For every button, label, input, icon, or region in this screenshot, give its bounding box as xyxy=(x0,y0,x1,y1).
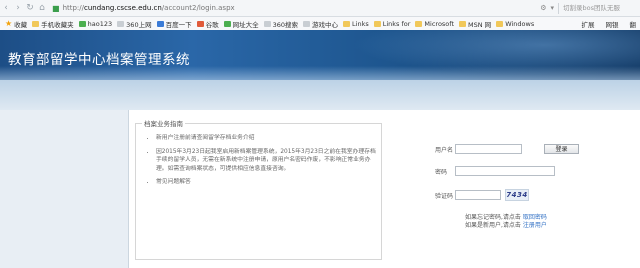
bookmark-label: hao123 xyxy=(87,19,113,28)
refresh-icon[interactable]: ↻ xyxy=(24,3,36,13)
url-path: /account2/login.aspx xyxy=(161,4,235,12)
bookmark-item-4[interactable]: 百度一下 xyxy=(156,19,192,29)
bookmark-item-0[interactable]: ★ 收藏 xyxy=(5,19,27,29)
gear-icon[interactable]: ⚙ xyxy=(540,4,546,12)
forgot-password-line: 如果忘记密码,请点击 取回密码 xyxy=(465,214,547,222)
bookmark-item-12[interactable]: MSN 网 xyxy=(459,19,491,29)
url-field[interactable]: ■ http:// cundang.cscse.edu.cn /account2… xyxy=(52,2,540,14)
captcha-image[interactable]: 7434 xyxy=(505,189,529,201)
bookmark-item-8[interactable]: 游戏中心 xyxy=(303,19,338,29)
forward-icon[interactable]: › xyxy=(12,3,24,13)
guide-list: 新用户注册前请查阅留学存档业务介绍 因2015年3月23日起我室启用新档案管理系… xyxy=(136,134,381,187)
bookmark-label: Links for xyxy=(382,19,411,28)
extensions-button[interactable]: 扩展 xyxy=(582,19,595,29)
help-links: 如果忘记密码,请点击 取回密码 如果是新用户,请点击 注册用户 xyxy=(465,214,547,230)
username-label: 用户名 xyxy=(435,146,454,154)
home-icon[interactable]: ⌂ xyxy=(36,3,48,13)
business-guide-panel: 档案业务指南 新用户注册前请查阅留学存档业务介绍 因2015年3月23日起我室启… xyxy=(135,118,382,260)
url-scheme: http:// xyxy=(62,4,85,12)
bookmark-item-2[interactable]: hao123 xyxy=(78,19,113,28)
bookmark-label: MSN 网 xyxy=(468,20,492,29)
bookmark-label: 手机收藏夹 xyxy=(41,20,74,29)
bookmark-label: Microsoft xyxy=(424,19,455,28)
captcha-input[interactable] xyxy=(455,190,501,200)
browser-search-input[interactable]: 切割录bos团队无服 xyxy=(558,2,637,14)
bookmark-label: 360搜索 xyxy=(272,20,299,29)
green-icon xyxy=(223,20,231,27)
guide-item-intro[interactable]: 新用户注册前请查阅留学存档业务介绍 xyxy=(156,134,381,143)
password-label: 密码 xyxy=(435,168,448,176)
google-icon xyxy=(196,20,204,27)
folder-icon xyxy=(496,20,504,27)
netbank-button[interactable]: 网银 xyxy=(606,19,619,29)
bookmark-item-7[interactable]: 360搜索 xyxy=(263,19,299,29)
bookmark-item-3[interactable]: 360上网 xyxy=(117,19,152,29)
url-domain: cundang.cscse.edu.cn xyxy=(84,4,162,12)
guide-item-system-notice: 因2015年3月23日起我室启用新档案管理系统，2015年3月23日之前在我室办… xyxy=(156,148,381,174)
folder-icon xyxy=(459,20,467,27)
site-header-banner: 教育部留学中心档案管理系统 xyxy=(0,30,640,80)
guide-item-faq[interactable]: 常见问题解答 xyxy=(156,178,381,187)
header-gradient-band xyxy=(0,80,640,110)
folder-icon xyxy=(415,20,423,27)
password-input[interactable] xyxy=(455,166,555,176)
captcha-label: 验证码 xyxy=(435,192,454,200)
bookmark-label: 收藏 xyxy=(14,20,28,29)
register-text: 如果是新用户,请点击 xyxy=(465,222,523,229)
bookmark-item-1[interactable]: 手机收藏夹 xyxy=(32,19,74,29)
address-bar: ‹ › ↻ ⌂ ■ http:// cundang.cscse.edu.cn /… xyxy=(0,0,640,17)
login-button[interactable]: 登录 xyxy=(544,144,579,154)
folder-icon xyxy=(373,20,381,27)
bookmark-item-6[interactable]: 网址大全 xyxy=(223,19,259,29)
bookmark-label: 360上网 xyxy=(126,20,152,29)
page-icon xyxy=(303,20,311,27)
site-title: 教育部留学中心档案管理系统 xyxy=(8,52,190,68)
bookmarks-bar: ★ 收藏 手机收藏夹 hao123 360上网 百度一下 谷歌 网址大全 360搜… xyxy=(0,17,640,31)
bookmark-item-13[interactable]: Windows xyxy=(496,20,534,28)
translate-button[interactable]: 翻 xyxy=(630,19,637,29)
banner-decoration xyxy=(320,30,640,80)
back-icon[interactable]: ‹ xyxy=(0,3,12,13)
bookmark-label: Windows xyxy=(505,19,535,28)
forgot-password-text: 如果忘记密码,请点击 xyxy=(465,214,523,221)
dropdown-chevron-icon[interactable]: ▾ xyxy=(550,4,554,12)
secure-page-icon: ■ xyxy=(52,3,60,13)
business-guide-legend: 档案业务指南 xyxy=(144,120,183,128)
register-line: 如果是新用户,请点击 注册用户 xyxy=(465,222,547,230)
page-icon xyxy=(117,20,125,27)
bookmark-item-10[interactable]: Links for xyxy=(373,19,411,28)
bookmark-label: Links xyxy=(352,19,369,28)
bookmark-label: 网址大全 xyxy=(232,20,259,29)
bookmark-label: 百度一下 xyxy=(165,20,192,29)
register-user-link[interactable]: 注册用户 xyxy=(523,222,547,229)
page-icon xyxy=(263,20,271,27)
folder-icon xyxy=(32,20,40,27)
star-icon: ★ xyxy=(5,19,13,28)
username-input[interactable] xyxy=(455,144,522,154)
hao123-icon xyxy=(78,20,86,27)
main-content: 档案业务指南 新用户注册前请查阅留学存档业务介绍 因2015年3月23日起我室启… xyxy=(128,110,640,268)
bookmark-label: 谷歌 xyxy=(205,20,219,29)
bookmark-item-9[interactable]: Links xyxy=(343,20,369,28)
baidu-icon xyxy=(156,20,164,27)
bookmark-item-11[interactable]: Microsoft xyxy=(415,20,454,28)
retrieve-password-link[interactable]: 取回密码 xyxy=(523,214,547,221)
bookmark-item-5[interactable]: 谷歌 xyxy=(196,19,219,29)
folder-icon xyxy=(343,20,351,27)
bookmark-label: 游戏中心 xyxy=(312,20,339,29)
